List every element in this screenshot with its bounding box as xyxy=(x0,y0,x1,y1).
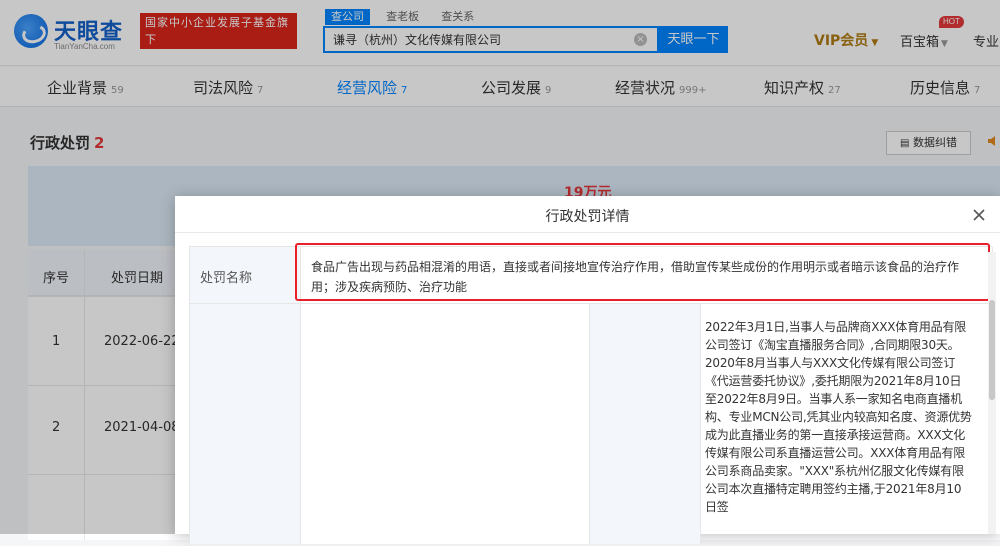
scrollbar-thumb[interactable] xyxy=(989,300,995,400)
label-cell xyxy=(190,304,301,544)
modal-title: 行政处罚详情 xyxy=(545,209,630,225)
penalty-name-label: 处罚名称 xyxy=(200,271,253,286)
penalty-name-label-cell: 处罚名称 xyxy=(190,247,301,304)
highlight-box xyxy=(295,243,990,301)
label-cell xyxy=(590,304,701,544)
violation-facts-text: 2022年3月1日,当事人与品牌商XXX体育用品有限公司签订《淘宝直播服务合同》… xyxy=(705,320,972,514)
modal-divider xyxy=(175,232,1000,233)
close-icon[interactable] xyxy=(970,206,988,224)
value-cell xyxy=(301,304,590,544)
